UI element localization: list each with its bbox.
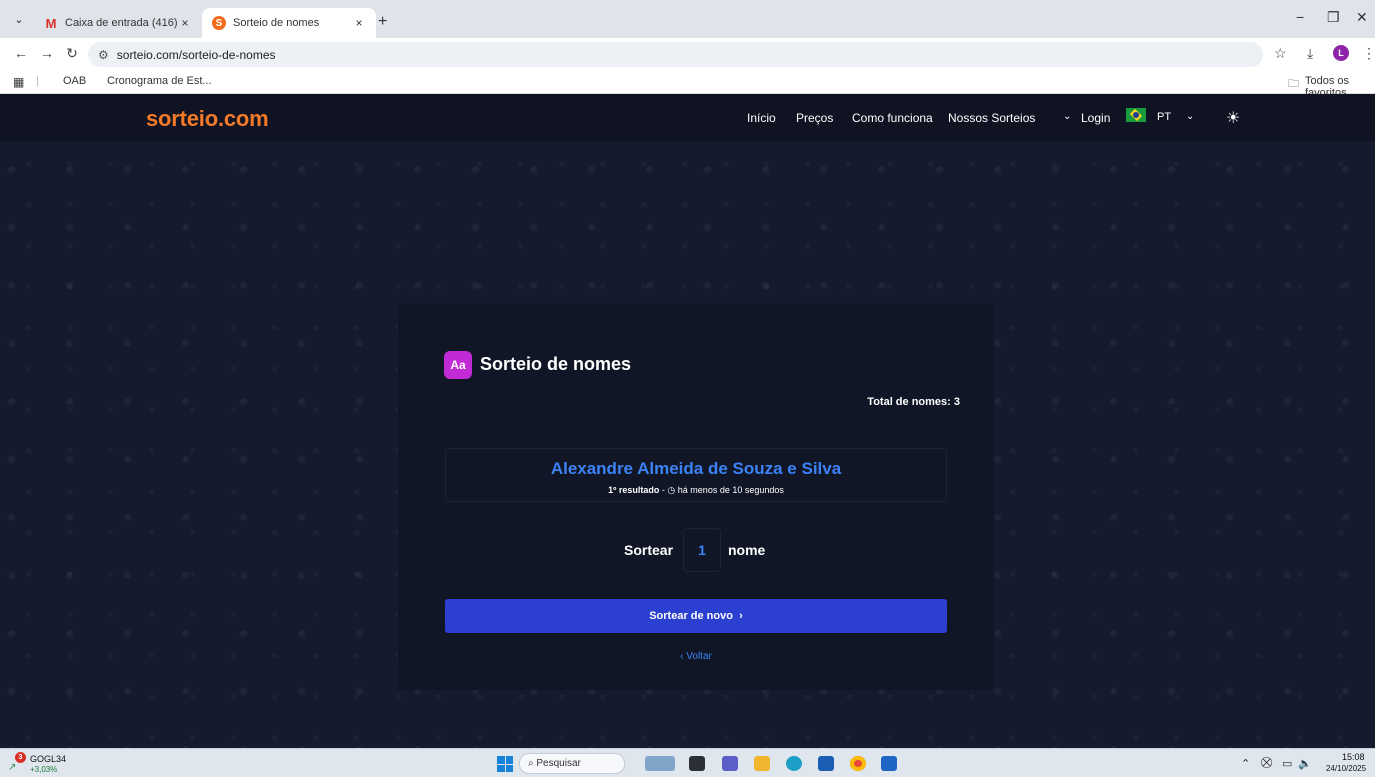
back-arrow-icon[interactable]: ← xyxy=(12,45,30,61)
tray-chevron-up-icon[interactable]: ⌃ xyxy=(1241,757,1250,770)
stock-symbol[interactable]: GOGL34 xyxy=(30,754,66,764)
result-name: Alexandre Almeida de Souza e Silva xyxy=(550,459,842,478)
file-explorer-icon[interactable] xyxy=(754,756,770,771)
task-view-icon[interactable] xyxy=(689,756,705,771)
browser-tab-strip: ⌄ M Caixa de entrada (416) - licitaç × S… xyxy=(0,0,1375,38)
forward-arrow-icon[interactable]: → xyxy=(38,45,56,61)
tab-gmail[interactable]: M Caixa de entrada (416) - licitaç × xyxy=(34,8,202,38)
address-bar[interactable]: ⚙ sorteio.com/sorteio-de-nomes xyxy=(88,42,1263,67)
stock-change: +3,03% xyxy=(30,765,58,774)
browser-toolbar: ← → ↻ ⚙ sorteio.com/sorteio-de-nomes ☆ ⤓… xyxy=(0,38,1375,70)
close-tab-icon[interactable]: × xyxy=(352,16,366,30)
trend-up-icon: ↗ xyxy=(8,762,17,773)
result-meta: 1º resultado - ◷ há menos de 10 segundos xyxy=(446,485,946,496)
taskbar: ↗ 3 GOGL34 +3,03% ⌕ Pesquisar ⌃ ⛒ ▭ 🔈 15… xyxy=(0,748,1375,777)
outlook-icon[interactable] xyxy=(881,756,897,771)
bookmarks-bar: ▦ | OAB Cronograma de Est... 🗀 Todos os … xyxy=(0,70,1375,99)
draw-count-row: Sortear nome xyxy=(398,528,994,572)
clock-icon: ◷ xyxy=(667,485,676,495)
tab-title: Sorteio de nomes xyxy=(233,17,320,29)
total-names: Total de nomes: 3 xyxy=(867,396,960,408)
network-icon[interactable]: ⛒ xyxy=(1261,757,1272,770)
nav-inicio[interactable]: Início xyxy=(747,111,776,125)
notification-badge: 3 xyxy=(15,752,26,763)
windows-start-icon[interactable] xyxy=(497,756,513,772)
taskbar-search[interactable]: ⌕ Pesquisar xyxy=(519,753,625,774)
nav-precos[interactable]: Preços xyxy=(796,111,833,125)
divider: | xyxy=(36,75,39,87)
profile-avatar[interactable]: L xyxy=(1333,45,1349,61)
chevron-down-icon[interactable]: ⌄ xyxy=(1186,111,1194,122)
site-navbar: sorteio.com Início Preços Como funciona … xyxy=(0,94,1375,141)
bookmark-star-icon[interactable]: ☆ xyxy=(1274,45,1287,62)
draw-count-input[interactable] xyxy=(683,528,721,572)
brazil-flag-icon[interactable] xyxy=(1126,108,1146,122)
more-menu-icon[interactable]: ⋮ xyxy=(1362,45,1375,62)
clock-time[interactable]: 15:08 xyxy=(1342,752,1365,762)
draw-prefix-label: Sortear xyxy=(624,542,674,558)
apps-grid-icon[interactable]: ▦ xyxy=(13,75,24,89)
gmail-icon: M xyxy=(45,15,57,31)
stock-widget-icon[interactable]: ↗ 3 xyxy=(8,752,26,773)
reload-icon[interactable]: ↻ xyxy=(63,45,81,62)
nav-como-funciona[interactable]: Como funciona xyxy=(852,111,933,125)
store-icon[interactable] xyxy=(818,756,834,771)
draw-suffix-label: nome xyxy=(728,542,766,558)
chevron-down-icon: ⌄ xyxy=(1063,111,1072,122)
new-tab-button[interactable]: + xyxy=(378,13,387,31)
language-selector[interactable]: PT xyxy=(1157,111,1171,123)
draw-again-button[interactable]: Sortear de novo › xyxy=(445,599,947,633)
tab-sorteio[interactable]: S Sorteio de nomes × xyxy=(202,8,376,38)
site-logo[interactable]: sorteio.com xyxy=(146,106,269,132)
download-icon[interactable]: ⤓ xyxy=(1307,45,1313,62)
chevron-right-icon: › xyxy=(736,610,743,622)
bookmark-cronograma[interactable]: Cronograma de Est... xyxy=(107,75,212,87)
display-icon[interactable]: ▭ xyxy=(1282,757,1292,770)
draw-again-label: Sortear de novo xyxy=(649,610,733,622)
result-rank: 1º resultado xyxy=(608,485,660,495)
tab-search-chevron-icon[interactable]: ⌄ xyxy=(10,11,28,29)
nav-login[interactable]: Login xyxy=(1081,111,1110,125)
bookmark-oab[interactable]: OAB xyxy=(63,75,86,87)
tab-title: Caixa de entrada (416) - licitaç xyxy=(65,17,178,29)
chrome-icon[interactable] xyxy=(850,756,866,771)
volume-icon[interactable]: 🔈 xyxy=(1298,757,1312,770)
page-background: sorteio.com Início Preços Como funciona … xyxy=(0,94,1375,748)
names-badge-icon: Aa xyxy=(444,351,472,379)
folder-icon: 🗀 xyxy=(1288,78,1299,90)
result-box: Alexandre Almeida de Souza e Silva 1º re… xyxy=(445,448,947,502)
clock-date[interactable]: 24/10/2025 xyxy=(1326,764,1366,773)
sorteio-favicon-icon: S xyxy=(212,16,226,30)
restore-icon[interactable]: ❐ xyxy=(1327,9,1340,26)
minimize-icon[interactable]: − xyxy=(1296,9,1304,25)
close-tab-icon[interactable]: × xyxy=(178,16,192,30)
teams-icon[interactable] xyxy=(722,756,738,771)
card-title: Sorteio de nomes xyxy=(480,354,632,374)
nav-nossos-sorteios[interactable]: Nossos Sorteios xyxy=(948,111,1035,125)
window-close-icon[interactable]: ✕ xyxy=(1356,9,1368,26)
search-placeholder: Pesquisar xyxy=(536,758,581,769)
theme-toggle-sun-icon[interactable]: ☀ xyxy=(1226,108,1240,128)
widgets-app-icon[interactable] xyxy=(645,756,675,771)
back-link[interactable]: ‹ Voltar xyxy=(398,651,994,662)
site-info-icon[interactable]: ⚙ xyxy=(98,48,109,62)
draw-card: Aa Sorteio de nomes Total de nomes: 3 Al… xyxy=(398,304,994,690)
url-text: sorteio.com/sorteio-de-nomes xyxy=(116,47,276,62)
edge-icon[interactable] xyxy=(786,756,802,771)
back-label: Voltar xyxy=(686,651,712,662)
result-time: há menos de 10 segundos xyxy=(677,485,784,495)
